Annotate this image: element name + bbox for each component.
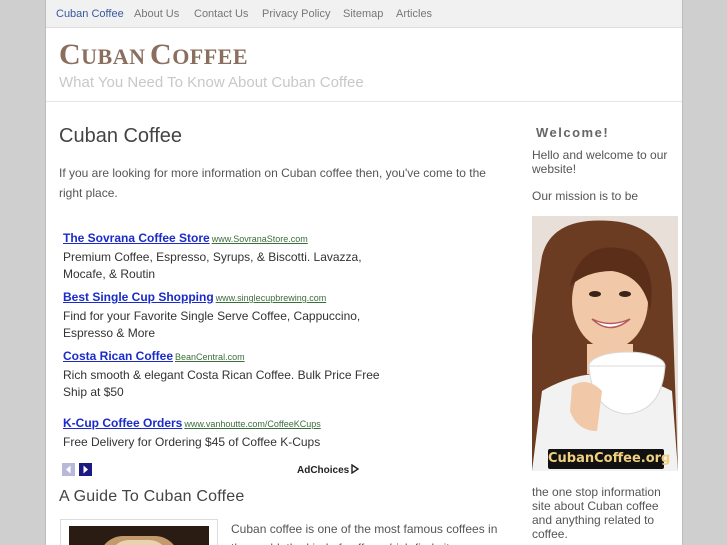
ad-title-link[interactable]: Best Single Cup Shopping — [63, 290, 214, 304]
sidebar-mission-text: Our mission is to be — [532, 189, 639, 203]
guide-heading: A Guide To Cuban Coffee — [59, 488, 245, 505]
article-paragraph: Cuban coffee is one of the most famous c… — [231, 522, 498, 545]
adchoices-icon — [351, 463, 360, 475]
ad-title-link[interactable]: K-Cup Coffee Orders — [63, 416, 182, 430]
sidebar-hello-text: Hello and welcome to our website! — [532, 148, 668, 176]
intro-paragraph: If you are looking for more information … — [59, 166, 486, 200]
ad-url-link[interactable]: BeanCentral.com — [175, 352, 245, 362]
chevron-left-icon — [66, 465, 71, 474]
ad-title-link[interactable]: Costa Rican Coffee — [63, 349, 173, 363]
nav-item-contact-us[interactable]: Contact Us — [194, 8, 248, 20]
site-logo-badge: CubanCoffee.org — [548, 449, 670, 469]
ad-unit: Costa Rican Coffee BeanCentral.com Rich s… — [63, 347, 383, 401]
sidebar-bottom-text: the one stop information site about Cuba… — [532, 485, 661, 541]
page: Cuban Coffee About Us Contact Us Privacy… — [45, 0, 683, 545]
site-tagline: What You Need To Know About Cuban Coffee — [59, 74, 364, 91]
ad-unit: Best Single Cup Shopping www.singlecupbre… — [63, 288, 383, 342]
nav-item-sitemap[interactable]: Sitemap — [343, 8, 383, 20]
ad-description: Free Delivery for Ordering $45 of Coffee… — [63, 435, 321, 449]
chevron-right-icon — [83, 465, 88, 474]
ad-next-button[interactable] — [79, 463, 92, 476]
ad-unit: The Sovrana Coffee Store www.SovranaStore… — [63, 229, 383, 283]
ad-description: Rich smooth & elegant Costa Rican Coffee… — [63, 368, 380, 399]
ad-description: Find for your Favorite Single Serve Coff… — [63, 309, 361, 340]
ad-url-link[interactable]: www.singlecupbrewing.com — [216, 293, 327, 303]
nav-item-articles[interactable]: Articles — [396, 8, 432, 20]
ad-title-link[interactable]: The Sovrana Coffee Store — [63, 231, 210, 245]
ad-url-link[interactable]: www.vanhoutte.com/CoffeeKCups — [184, 419, 320, 429]
header-divider — [46, 101, 682, 102]
coffee-woman-photo: CubanCoffee.org — [532, 216, 678, 471]
ad-url-link[interactable]: www.SovranaStore.com — [212, 234, 308, 244]
nav-item-about-us[interactable]: About Us — [134, 8, 179, 20]
site-title[interactable]: CUBAN COFFEE — [59, 38, 248, 72]
ad-unit: K-Cup Coffee Orders www.vanhoutte.com/Cof… — [63, 414, 383, 451]
nav-item-privacy-policy[interactable]: Privacy Policy — [262, 8, 330, 20]
top-nav: Cuban Coffee About Us Contact Us Privacy… — [46, 0, 682, 28]
ad-prev-button[interactable] — [62, 463, 75, 476]
coffee-thumbnail — [60, 519, 218, 545]
woman-with-coffee-illustration — [532, 216, 678, 471]
post-title: Cuban Coffee — [59, 125, 183, 147]
adchoices-link[interactable]: AdChoices — [297, 463, 360, 476]
sidebar-title: Welcome! — [536, 125, 610, 140]
ad-description: Premium Coffee, Espresso, Syrups, & Bisc… — [63, 250, 362, 281]
nav-item-cuban-coffee[interactable]: Cuban Coffee — [56, 8, 124, 20]
